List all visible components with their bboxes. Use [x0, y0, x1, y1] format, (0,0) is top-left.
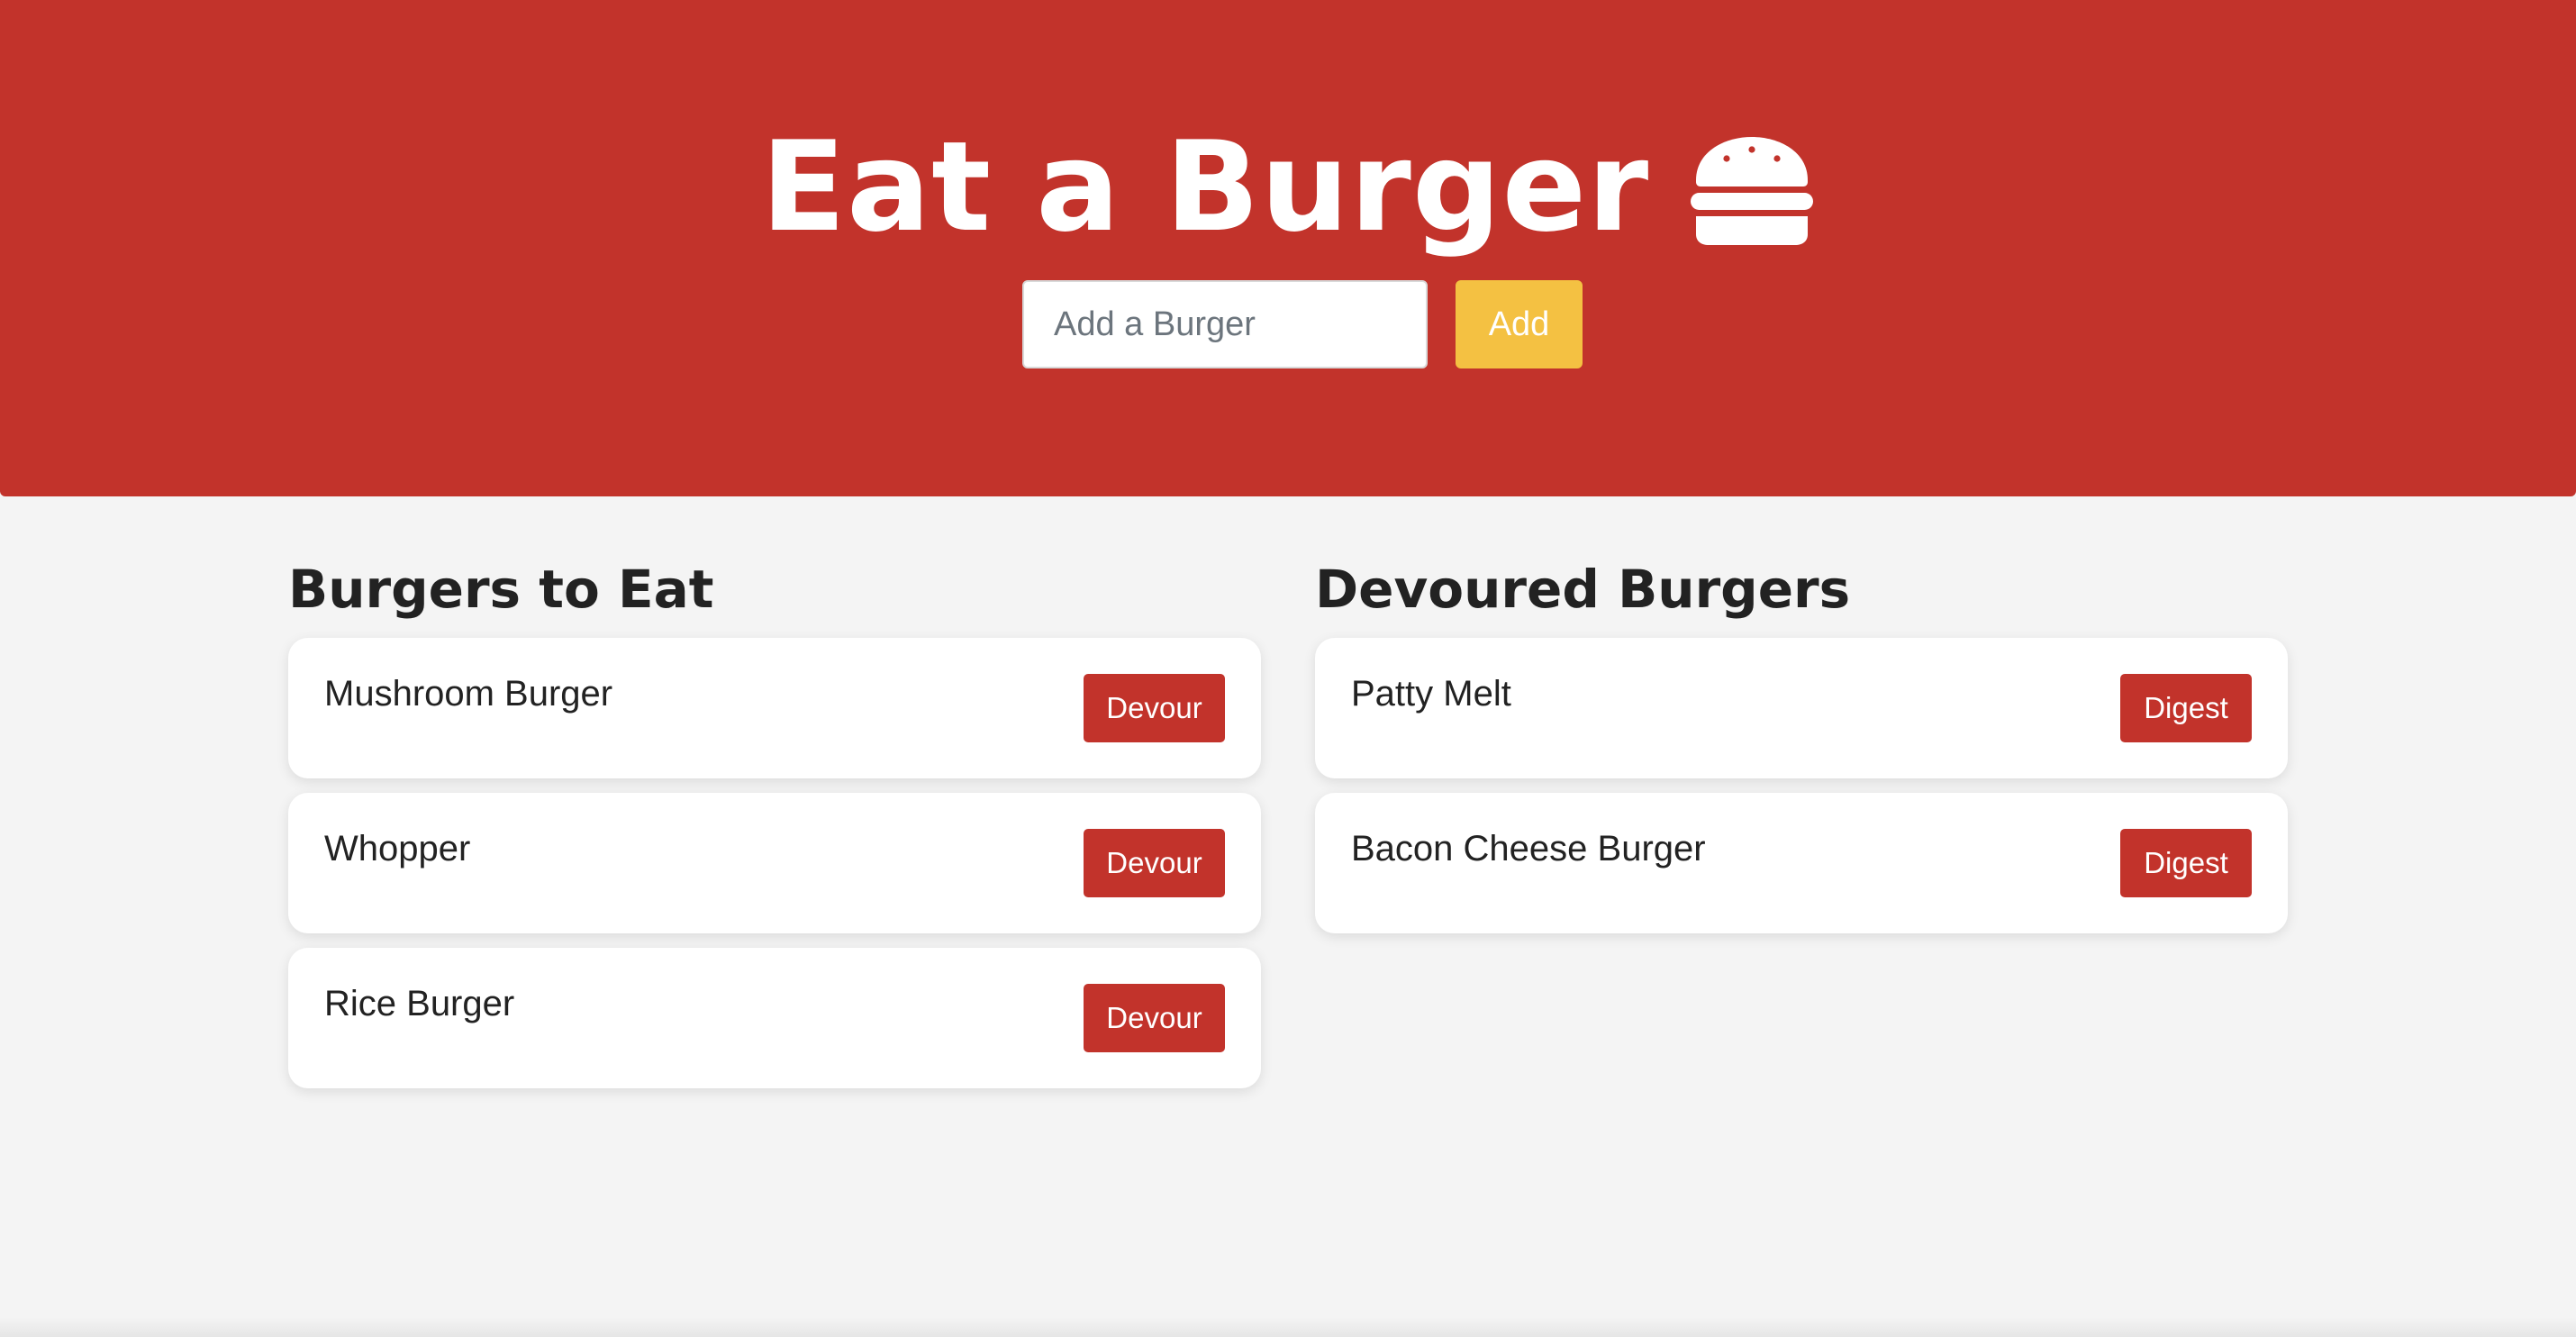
- devour-button[interactable]: Devour: [1084, 984, 1225, 1052]
- burgers-to-eat-heading: Burgers to Eat: [288, 559, 714, 620]
- devoured-burgers-section: Devoured Burgers Patty Melt Digest Bacon…: [1315, 550, 2288, 948]
- burger-name-input[interactable]: [1022, 280, 1428, 368]
- page-title: Eat a Burger: [760, 114, 1650, 259]
- devoured-burgers-heading: Devoured Burgers: [1315, 559, 1851, 620]
- burger-card: Mushroom Burger Devour: [288, 638, 1261, 778]
- burger-card: Whopper Devour: [288, 793, 1261, 933]
- devour-button[interactable]: Devour: [1084, 674, 1225, 742]
- digest-button[interactable]: Digest: [2120, 829, 2252, 897]
- add-button[interactable]: Add: [1456, 280, 1583, 368]
- hero-header: Eat a Burger Add: [0, 0, 2576, 496]
- burgers-to-eat-section: Burgers to Eat Mushroom Burger Devour Wh…: [288, 550, 1261, 1103]
- burger-card: Bacon Cheese Burger Digest: [1315, 793, 2288, 933]
- add-burger-form: Add: [1022, 280, 1583, 368]
- devour-button[interactable]: Devour: [1084, 829, 1225, 897]
- burger-card: Patty Melt Digest: [1315, 638, 2288, 778]
- burgers-to-eat-list: Mushroom Burger Devour Whopper Devour Ri…: [288, 638, 1261, 1088]
- burger-name: Rice Burger: [324, 984, 515, 1023]
- burger-name: Bacon Cheese Burger: [1351, 829, 1706, 869]
- burger-name: Whopper: [324, 829, 471, 869]
- title-row: Eat a Burger: [0, 115, 2576, 259]
- burger-name: Mushroom Burger: [324, 674, 613, 714]
- hamburger-icon: [1691, 137, 1814, 245]
- devoured-burgers-list: Patty Melt Digest Bacon Cheese Burger Di…: [1315, 638, 2288, 933]
- bottom-shade: [0, 1317, 2576, 1337]
- burger-name: Patty Melt: [1351, 674, 1511, 714]
- page: Eat a Burger Add Burgers to Eat Mushroom…: [0, 0, 2576, 1337]
- digest-button[interactable]: Digest: [2120, 674, 2252, 742]
- burger-card: Rice Burger Devour: [288, 948, 1261, 1088]
